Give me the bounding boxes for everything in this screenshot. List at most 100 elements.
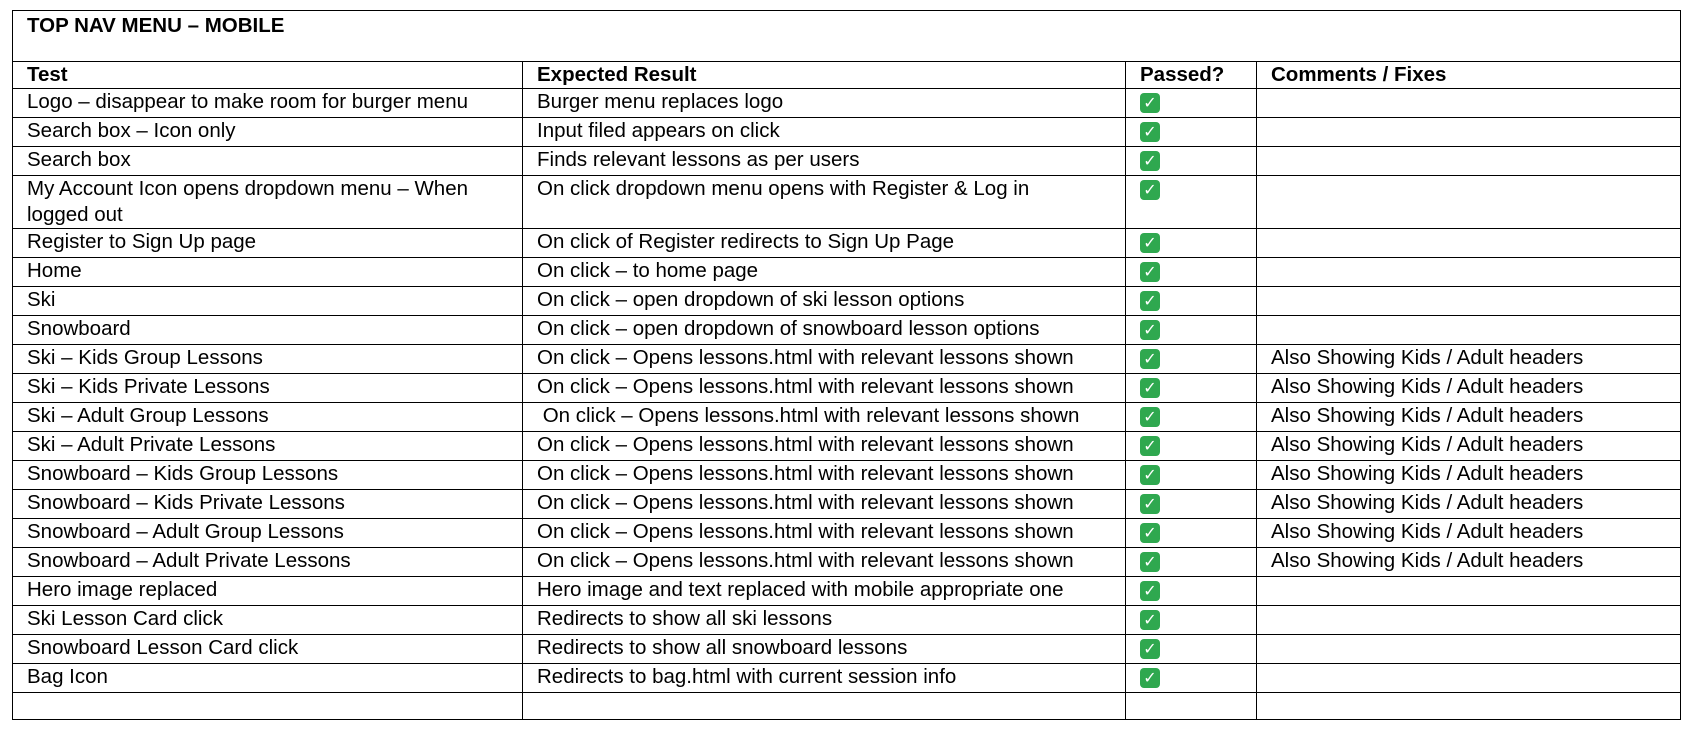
table-row: Snowboard – Kids Private Lessons On click… [12,489,1682,519]
checkmark-icon: ✓ [1140,262,1160,282]
cell-passed: ✓ [1125,175,1257,229]
cell-test: Ski [12,286,523,316]
table-row: Hero image replaced Hero image and text r… [12,576,1682,606]
cell-test: Ski – Kids Private Lessons [12,373,523,403]
header-row: Test Expected Result Passed? Comments / … [12,61,1682,89]
cell-passed: ✓ [1125,547,1257,577]
checkmark-icon: ✓ [1140,233,1160,253]
checkmark-icon: ✓ [1140,122,1160,142]
table-row: Logo – disappear to make room for burger… [12,88,1682,118]
column-header-passed: Passed? [1125,61,1257,89]
cell-expected-result: On click – Opens lessons.html with relev… [522,402,1126,432]
table-row: Snowboard – Adult Group Lessons On click … [12,518,1682,548]
empty-cell [1125,692,1257,720]
table-row: My Account Icon opens dropdown menu – Wh… [12,175,1682,229]
cell-expected-result: On click dropdown menu opens with Regist… [522,175,1126,229]
column-header-expected-result: Expected Result [522,61,1126,89]
cell-test: Search box – Icon only [12,117,523,147]
table-row: Ski On click – open dropdown of ski lesso… [12,286,1682,316]
column-header-comments: Comments / Fixes [1255,61,1682,89]
title-row: TOP NAV MENU – MOBILE [11,10,1682,62]
cell-comments [1255,228,1682,258]
cell-passed: ✓ [1125,431,1257,461]
cell-expected-result: On click – to home page [522,257,1126,287]
cell-expected-result: On click – open dropdown of snowboard le… [522,315,1126,345]
cell-comments [1255,117,1682,147]
cell-passed: ✓ [1125,146,1257,176]
table-row: Register to Sign Up page On click of Regi… [12,228,1682,258]
cell-passed: ✓ [1125,344,1257,374]
cell-expected-result: On click of Register redirects to Sign U… [522,228,1126,258]
cell-test: Hero image replaced [12,576,523,606]
cell-expected-result: On click – Opens lessons.html with relev… [522,373,1126,403]
table-row: Ski – Kids Private Lessons On click – Ope… [12,373,1682,403]
cell-comments: Also Showing Kids / Adult headers [1255,344,1682,374]
cell-comments [1255,175,1682,229]
cell-comments [1255,88,1682,118]
cell-comments [1255,663,1682,693]
table-row: Ski Lesson Card click Redirects to show a… [12,605,1682,635]
empty-cell [522,692,1126,720]
cell-test: Bag Icon [12,663,523,693]
cell-passed: ✓ [1125,402,1257,432]
cell-passed: ✓ [1125,605,1257,635]
cell-comments: Also Showing Kids / Adult headers [1255,489,1682,519]
table-row: Ski – Kids Group Lessons On click – Opens… [12,344,1682,374]
cell-comments: Also Showing Kids / Adult headers [1255,460,1682,490]
checkmark-icon: ✓ [1140,291,1160,311]
cell-test: Ski – Kids Group Lessons [12,344,523,374]
checkmark-icon: ✓ [1140,610,1160,630]
checkmark-icon: ✓ [1140,639,1160,659]
cell-comments [1255,634,1682,664]
cell-passed: ✓ [1125,228,1257,258]
cell-expected-result: On click – Opens lessons.html with relev… [522,547,1126,577]
cell-passed: ✓ [1125,634,1257,664]
table-row: Ski – Adult Group Lessons On click – Ope… [12,402,1682,432]
cell-test: Ski Lesson Card click [12,605,523,635]
cell-passed: ✓ [1125,576,1257,606]
checkmark-icon: ✓ [1140,180,1160,200]
column-header-test: Test [12,61,523,89]
table-title: TOP NAV MENU – MOBILE [11,10,1682,62]
cell-expected-result: Hero image and text replaced with mobile… [522,576,1126,606]
cell-comments: Also Showing Kids / Adult headers [1255,431,1682,461]
cell-passed: ✓ [1125,286,1257,316]
cell-expected-result: On click – Opens lessons.html with relev… [522,344,1126,374]
checkmark-icon: ✓ [1140,407,1160,427]
cell-passed: ✓ [1125,489,1257,519]
cell-expected-result: Redirects to show all snowboard lessons [522,634,1126,664]
cell-test: Search box [12,146,523,176]
cell-comments [1255,576,1682,606]
cell-test: Register to Sign Up page [12,228,523,258]
cell-comments [1255,146,1682,176]
checkmark-icon: ✓ [1140,436,1160,456]
cell-passed: ✓ [1125,315,1257,345]
checkmark-icon: ✓ [1140,320,1160,340]
cell-test: My Account Icon opens dropdown menu – Wh… [12,175,523,229]
table-row: Bag Icon Redirects to bag.html with curre… [12,663,1682,693]
checkmark-icon: ✓ [1140,523,1160,543]
checkmark-icon: ✓ [1140,494,1160,514]
cell-comments: Also Showing Kids / Adult headers [1255,518,1682,548]
cell-test: Ski – Adult Private Lessons [12,431,523,461]
cell-passed: ✓ [1125,460,1257,490]
table-row: Search box Finds relevant lessons as per … [12,146,1682,176]
cell-test: Logo – disappear to make room for burger… [12,88,523,118]
cell-passed: ✓ [1125,117,1257,147]
cell-expected-result: On click – Opens lessons.html with relev… [522,431,1126,461]
table-row: Snowboard Lesson Card click Redirects to … [12,634,1682,664]
cell-test: Snowboard – Adult Group Lessons [12,518,523,548]
checkmark-icon: ✓ [1140,552,1160,572]
checkmark-icon: ✓ [1140,465,1160,485]
checkmark-icon: ✓ [1140,581,1160,601]
checkmark-icon: ✓ [1140,349,1160,369]
cell-expected-result: Redirects to show all ski lessons [522,605,1126,635]
cell-passed: ✓ [1125,88,1257,118]
cell-passed: ✓ [1125,257,1257,287]
table-row: Ski – Adult Private Lessons On click – Op… [12,431,1682,461]
cell-expected-result: On click – Opens lessons.html with relev… [522,460,1126,490]
cell-expected-result: On click – open dropdown of ski lesson o… [522,286,1126,316]
cell-passed: ✓ [1125,663,1257,693]
cell-expected-result: Finds relevant lessons as per users [522,146,1126,176]
checkmark-icon: ✓ [1140,93,1160,113]
